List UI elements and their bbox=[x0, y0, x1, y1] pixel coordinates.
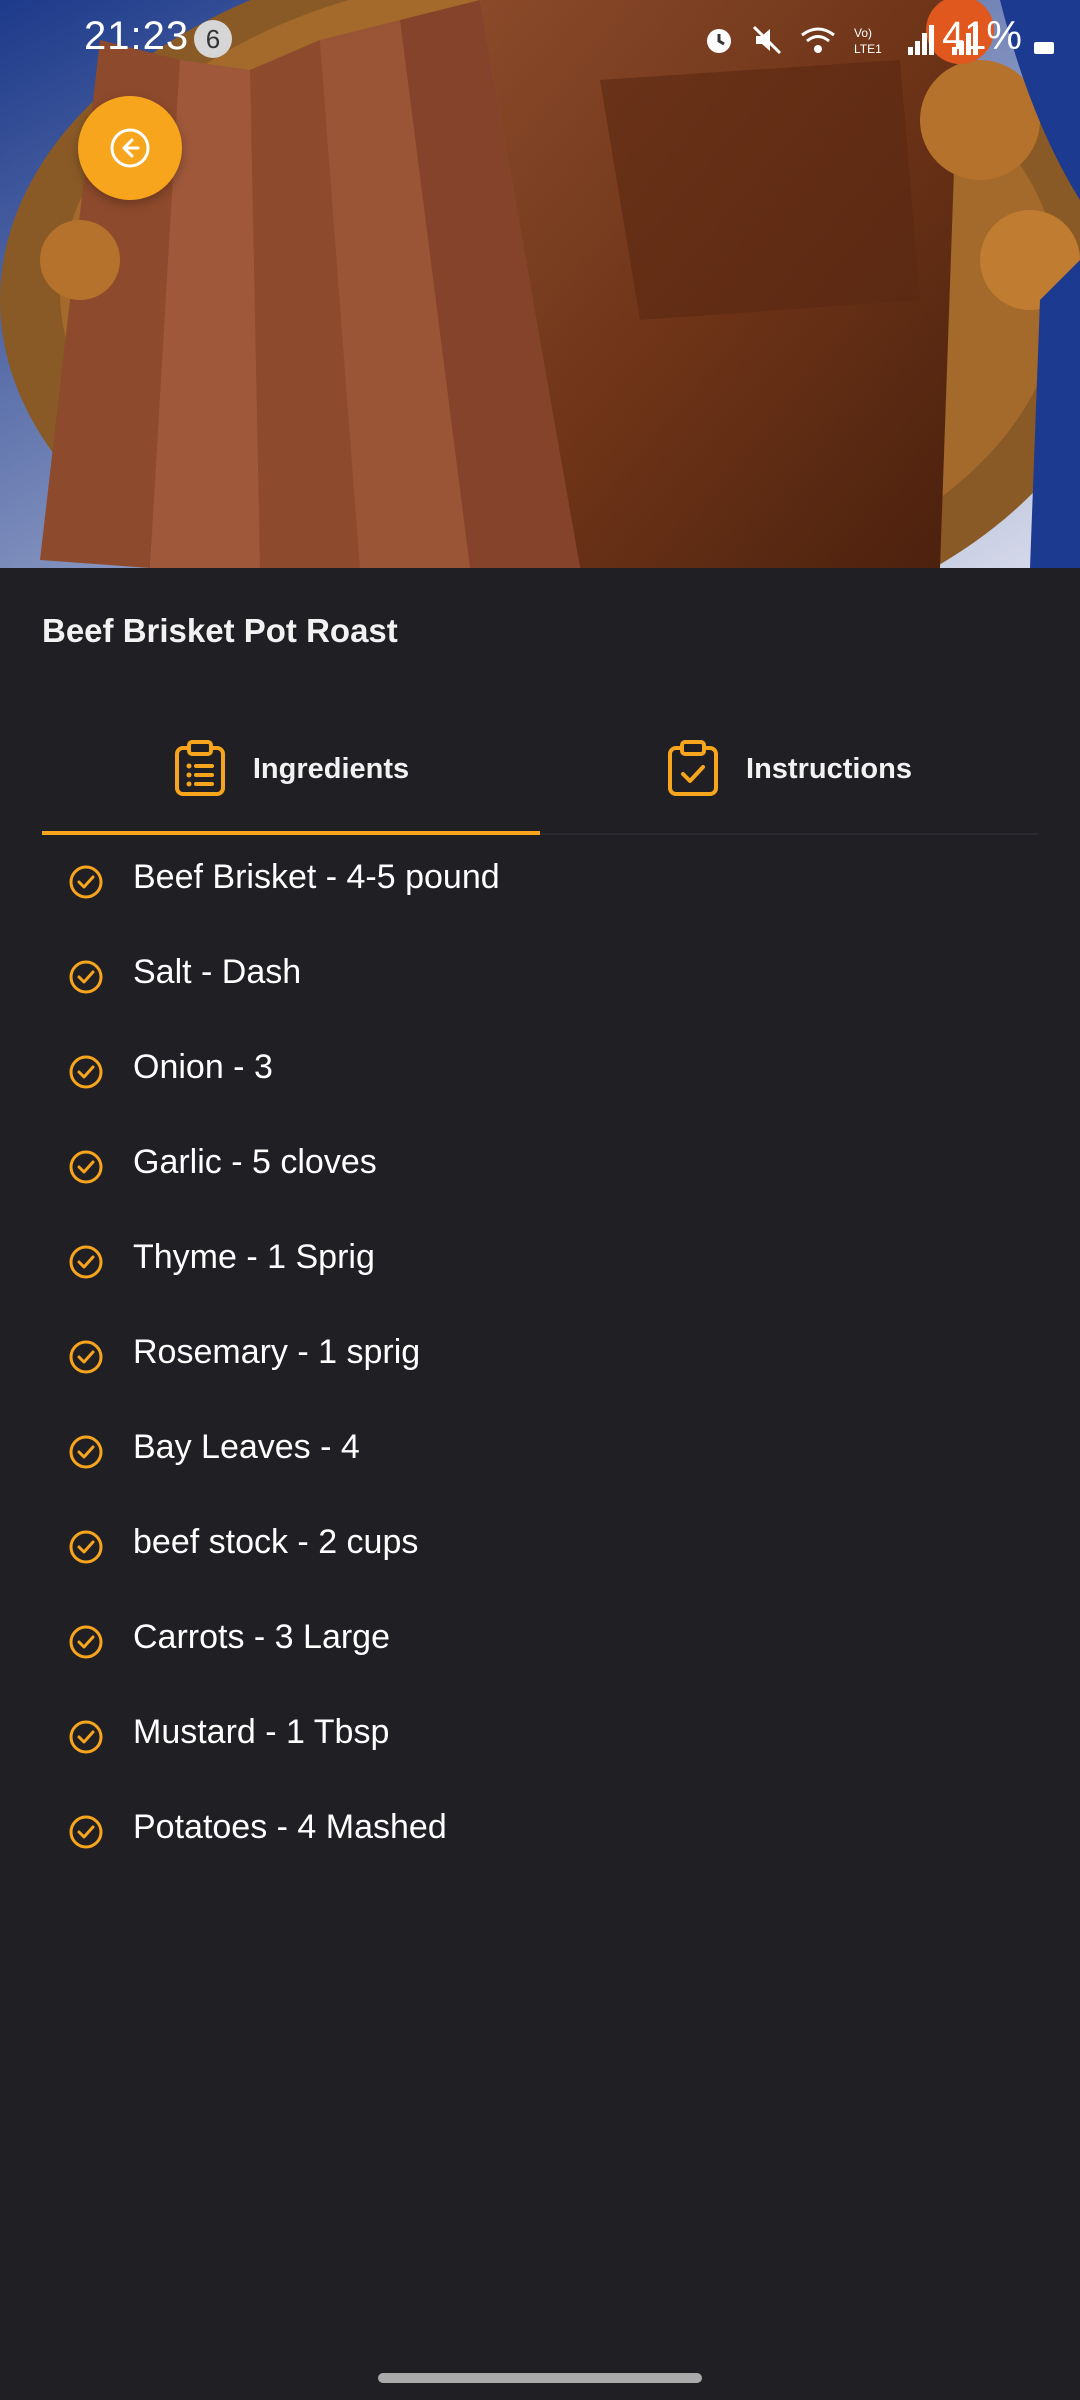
tab-ingredients[interactable]: Ingredients bbox=[42, 705, 540, 835]
check-circle-icon bbox=[69, 1245, 103, 1279]
wifi-icon bbox=[801, 27, 835, 53]
clipboard-list-icon bbox=[174, 740, 225, 796]
alarm-icon bbox=[707, 29, 731, 53]
ingredient-item[interactable]: Bay Leaves - 4 bbox=[0, 1404, 1080, 1499]
brisket-photo bbox=[0, 0, 1080, 568]
ingredient-text: Thyme - 1 Sprig bbox=[133, 1238, 375, 1276]
tab-bar: Ingredients Instructions bbox=[42, 705, 1038, 835]
check-circle-icon bbox=[69, 1720, 103, 1754]
ingredient-item[interactable]: Mustard - 1 Tbsp bbox=[0, 1689, 1080, 1784]
ingredient-text: Salt - Dash bbox=[133, 953, 302, 991]
ingredient-item[interactable]: Beef Brisket - 4-5 pound bbox=[0, 834, 1080, 929]
ingredient-text: Bay Leaves - 4 bbox=[133, 1428, 360, 1466]
tab-instructions-label: Instructions bbox=[746, 752, 912, 785]
ingredient-text: Mustard - 1 Tbsp bbox=[133, 1713, 390, 1751]
back-button[interactable] bbox=[78, 96, 182, 200]
tab-ingredients-label: Ingredients bbox=[252, 752, 410, 785]
check-circle-icon bbox=[69, 1340, 103, 1374]
status-time: 21:23 bbox=[84, 14, 190, 58]
ingredient-item[interactable]: Thyme - 1 Sprig bbox=[0, 1214, 1080, 1309]
battery-icon bbox=[1034, 42, 1054, 54]
check-circle-icon bbox=[69, 1815, 103, 1849]
signal-icon-1 bbox=[908, 25, 934, 55]
check-circle-icon bbox=[69, 1530, 103, 1564]
clipboard-check-icon bbox=[668, 740, 719, 796]
check-circle-icon bbox=[69, 1435, 103, 1469]
status-icons: Vo) LTE1 bbox=[702, 20, 980, 60]
tab-instructions[interactable]: Instructions bbox=[540, 705, 1038, 833]
check-circle-icon bbox=[69, 1150, 103, 1184]
svg-text:LTE1: LTE1 bbox=[854, 42, 882, 56]
ingredient-item[interactable]: Onion - 3 bbox=[0, 1024, 1080, 1119]
check-circle-icon bbox=[69, 1625, 103, 1659]
ingredient-item[interactable]: Carrots - 3 Large bbox=[0, 1594, 1080, 1689]
ingredient-item[interactable]: Salt - Dash bbox=[0, 929, 1080, 1024]
check-circle-icon bbox=[69, 865, 103, 899]
ingredient-text: Carrots - 3 Large bbox=[133, 1618, 390, 1656]
notification-count-badge: 6 bbox=[194, 20, 232, 58]
ingredient-item[interactable]: Rosemary - 1 sprig bbox=[0, 1309, 1080, 1404]
ingredient-text: Beef Brisket - 4-5 pound bbox=[133, 858, 500, 896]
ingredient-text: Rosemary - 1 sprig bbox=[133, 1333, 421, 1371]
ingredient-item[interactable]: Potatoes - 4 Mashed bbox=[0, 1784, 1080, 1879]
battery-percent: 41% bbox=[941, 14, 1022, 58]
ingredient-item[interactable]: beef stock - 2 cups bbox=[0, 1499, 1080, 1594]
check-circle-icon bbox=[69, 960, 103, 994]
mute-icon bbox=[752, 25, 782, 55]
arrow-left-circle-icon bbox=[110, 128, 150, 168]
ingredient-text: Potatoes - 4 Mashed bbox=[133, 1808, 447, 1846]
home-indicator[interactable] bbox=[378, 2373, 702, 2383]
status-bar: 21:23 6 Vo) LTE1 41% bbox=[0, 0, 1080, 78]
recipe-title: Beef Brisket Pot Roast bbox=[42, 612, 398, 649]
check-circle-icon bbox=[69, 1055, 103, 1089]
ingredient-list: Beef Brisket - 4-5 pound Salt - Dash Oni… bbox=[0, 834, 1080, 1879]
ingredient-text: Onion - 3 bbox=[133, 1048, 273, 1086]
volte-icon: Vo) LTE1 bbox=[854, 26, 882, 56]
ingredient-text: Garlic - 5 cloves bbox=[133, 1143, 377, 1181]
ingredient-text: beef stock - 2 cups bbox=[133, 1523, 419, 1561]
ingredient-item[interactable]: Garlic - 5 cloves bbox=[0, 1119, 1080, 1214]
recipe-hero-image bbox=[0, 0, 1080, 568]
svg-text:Vo): Vo) bbox=[854, 26, 872, 40]
